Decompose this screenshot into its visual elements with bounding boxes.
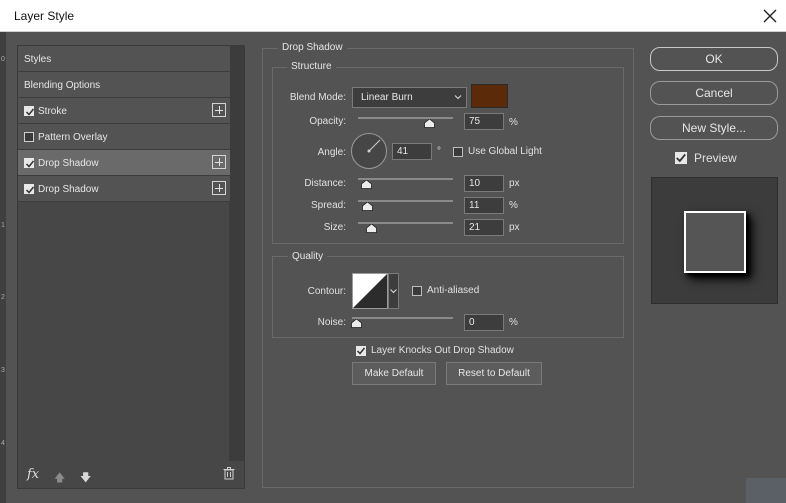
blend-mode-label: Blend Mode:: [289, 92, 346, 103]
add-stroke-button[interactable]: [212, 103, 226, 117]
blend-mode-select[interactable]: Linear Burn: [352, 87, 467, 108]
styles-toolbar: fx 🡅 🡇: [18, 460, 244, 488]
anti-aliased-checkbox[interactable]: [412, 286, 422, 296]
shadow-color-swatch[interactable]: [471, 84, 508, 108]
layer-knocks-out-label: Layer Knocks Out Drop Shadow: [371, 345, 514, 356]
use-global-light-checkbox[interactable]: [453, 147, 463, 157]
contour-picker[interactable]: [352, 273, 388, 309]
spread-input[interactable]: 11: [464, 197, 504, 214]
add-drop-shadow-2-button[interactable]: [212, 181, 226, 195]
new-style-button[interactable]: New Style...: [650, 116, 778, 140]
noise-slider[interactable]: [352, 317, 453, 319]
trash-icon[interactable]: [223, 467, 235, 480]
quality-group-title: Quality: [288, 251, 328, 262]
angle-label: Angle:: [317, 147, 346, 158]
stroke-checkbox[interactable]: [24, 106, 35, 116]
blend-mode-value: Linear Burn: [361, 92, 413, 103]
noise-label: Noise:: [317, 317, 346, 328]
use-global-light-label: Use Global Light: [468, 146, 542, 157]
contour-curve-icon: [353, 274, 387, 308]
ruler-mark: 2: [1, 294, 5, 301]
background-ruler: 0 1 2 3 4: [0, 32, 6, 503]
move-down-icon[interactable]: 🡇: [80, 469, 91, 488]
opacity-unit: %: [509, 117, 518, 128]
drop-shadow-section-title: Drop Shadow: [278, 42, 347, 53]
checkmark-icon: [676, 153, 686, 163]
styles-list-item-stroke[interactable]: Stroke: [18, 98, 230, 124]
styles-list-item-blending-options[interactable]: Blending Options: [18, 72, 230, 98]
noise-slider-thumb[interactable]: [351, 319, 362, 328]
contour-label: Contour:: [307, 286, 346, 297]
cancel-button[interactable]: Cancel: [650, 81, 778, 105]
distance-slider[interactable]: [358, 178, 453, 180]
angle-dial[interactable]: [351, 133, 387, 169]
make-default-button[interactable]: Make Default: [352, 362, 436, 385]
list-item-label: Pattern Overlay: [38, 132, 108, 143]
fx-button[interactable]: fx: [27, 467, 39, 482]
move-up-icon[interactable]: 🡅: [54, 469, 65, 488]
chevron-down-icon: [454, 95, 462, 100]
add-drop-shadow-button[interactable]: [212, 155, 226, 169]
checkmark-icon: [25, 186, 35, 194]
list-item-label: Styles: [24, 54, 52, 65]
distance-input[interactable]: 10: [464, 175, 504, 192]
list-item-label: Blending Options: [24, 80, 101, 91]
angle-unit: °: [437, 146, 441, 157]
spread-label: Spread:: [310, 200, 346, 211]
preview-label: Preview: [694, 151, 737, 165]
preview-square: [684, 211, 746, 273]
window-title: Layer Style: [14, 9, 75, 23]
background-image-edge: [746, 478, 786, 503]
spread-slider-thumb[interactable]: [362, 202, 373, 211]
angle-needle-icon: [367, 139, 381, 153]
opacity-input[interactable]: 75: [464, 113, 504, 130]
drop-shadow-2-checkbox[interactable]: [24, 184, 35, 194]
styles-list-item-styles[interactable]: Styles: [18, 46, 230, 72]
ruler-mark: 0: [1, 56, 5, 63]
close-icon[interactable]: [760, 6, 780, 26]
size-input[interactable]: 21: [464, 219, 504, 236]
title-bar: Layer Style: [0, 0, 786, 32]
chevron-down-icon: [390, 289, 397, 294]
pattern-overlay-checkbox[interactable]: [24, 132, 34, 142]
ruler-mark: 1: [1, 222, 5, 229]
opacity-label: Opacity:: [309, 116, 346, 127]
ok-button[interactable]: OK: [650, 47, 778, 71]
ruler-mark: 4: [1, 440, 5, 447]
size-label: Size:: [323, 222, 346, 233]
opacity-slider-thumb[interactable]: [424, 119, 435, 128]
structure-group-title: Structure: [287, 61, 336, 72]
noise-input[interactable]: 0: [464, 314, 504, 331]
style-preview: [651, 177, 778, 304]
noise-unit: %: [509, 317, 518, 328]
size-slider-thumb[interactable]: [366, 224, 377, 233]
distance-slider-thumb[interactable]: [361, 180, 372, 189]
list-item-label: Drop Shadow: [38, 184, 99, 195]
spread-unit: %: [509, 200, 518, 211]
size-unit: px: [509, 222, 520, 233]
checkmark-icon: [356, 347, 366, 355]
angle-input[interactable]: 41: [392, 143, 432, 160]
drop-shadow-checkbox[interactable]: [24, 158, 35, 168]
checkmark-icon: [25, 108, 35, 116]
ruler-mark: 3: [1, 367, 5, 374]
styles-list-item-drop-shadow-2[interactable]: Drop Shadow: [18, 176, 230, 202]
styles-list-item-pattern-overlay[interactable]: Pattern Overlay: [18, 124, 230, 150]
list-item-label: Stroke: [38, 106, 67, 117]
styles-list-item-drop-shadow[interactable]: Drop Shadow: [18, 150, 230, 176]
distance-unit: px: [509, 178, 520, 189]
styles-list-panel: Styles Blending Options Stroke Pattern O…: [17, 45, 245, 489]
list-item-label: Drop Shadow: [38, 158, 99, 169]
contour-dropdown[interactable]: [388, 273, 399, 309]
distance-label: Distance:: [304, 178, 346, 189]
opacity-slider[interactable]: [358, 117, 453, 119]
reset-to-default-button[interactable]: Reset to Default: [446, 362, 542, 385]
checkmark-icon: [25, 160, 35, 168]
preview-checkbox[interactable]: [675, 152, 687, 164]
layer-knocks-out-checkbox[interactable]: [356, 346, 366, 356]
styles-scrollbar[interactable]: [229, 46, 244, 461]
anti-aliased-label: Anti-aliased: [427, 285, 480, 296]
